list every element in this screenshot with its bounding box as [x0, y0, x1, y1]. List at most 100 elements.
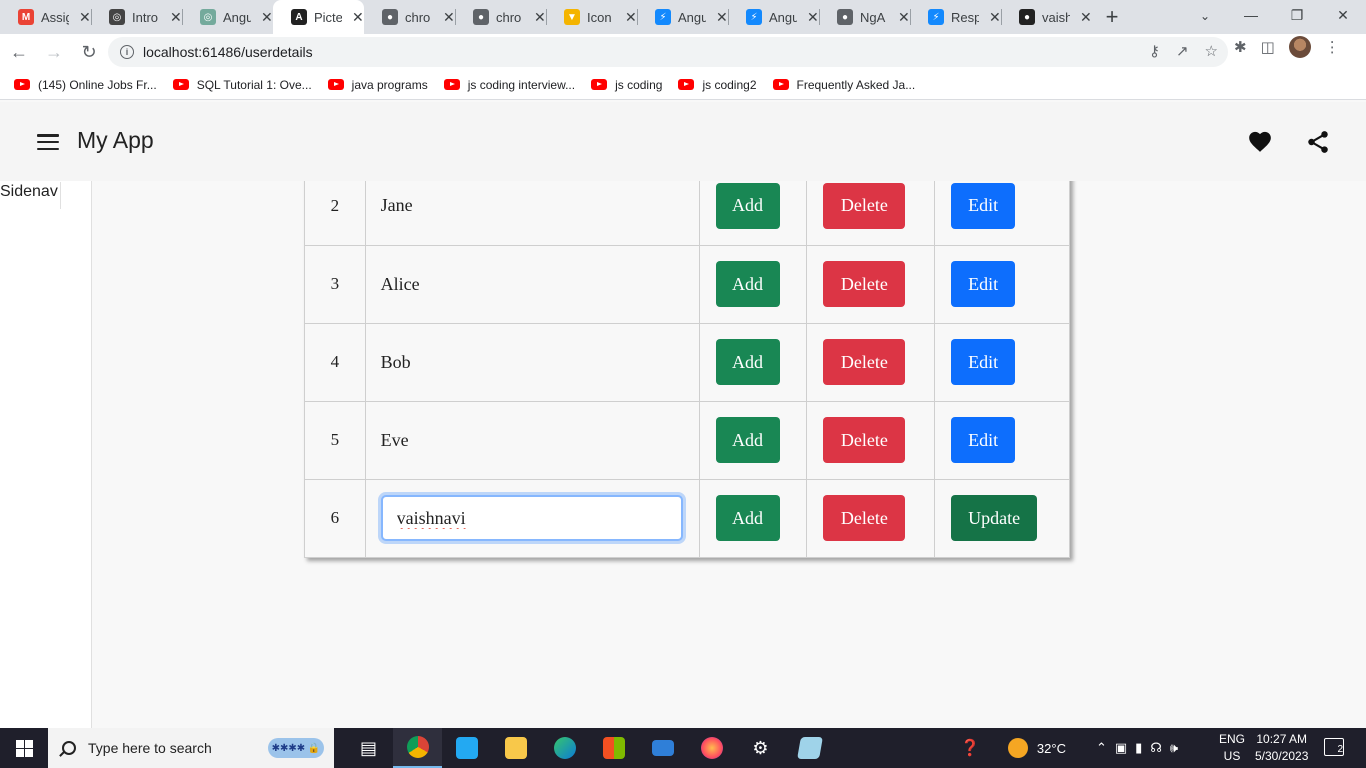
add-button[interactable]: Add	[715, 182, 780, 229]
bookmark-item[interactable]: SQL Tutorial 1: Ove...	[172, 78, 312, 92]
tab-close-icon[interactable]: ✕	[807, 9, 819, 26]
add-cell: Add	[698, 244, 808, 324]
chrome-icon[interactable]	[393, 728, 442, 768]
windows-start-icon[interactable]	[16, 740, 33, 757]
tab-close-icon[interactable]: ✕	[625, 9, 637, 26]
close-window-button[interactable]: ✕	[1320, 0, 1366, 30]
site-info-icon[interactable]: i	[120, 45, 134, 59]
tab-close-icon[interactable]: ✕	[170, 9, 182, 26]
bookmark-item[interactable]: (145) Online Jobs Fr...	[14, 78, 157, 92]
youtube-icon	[591, 79, 608, 90]
profile-avatar[interactable]	[1288, 36, 1311, 58]
restore-button[interactable]: ❐	[1274, 0, 1320, 30]
table-row: 2 Jane Add Delete Edit	[304, 181, 1070, 246]
name-edit-input[interactable]	[380, 495, 683, 541]
heart-icon[interactable]	[1247, 129, 1273, 153]
delete-button[interactable]: Delete	[823, 182, 906, 229]
browser-tab[interactable]: ⚡ Resp ✕	[910, 0, 1001, 34]
clock[interactable]: 10:27 AM 5/30/2023	[1255, 731, 1308, 765]
firefox-icon[interactable]	[687, 728, 736, 768]
side-panel-icon[interactable]: ◫	[1261, 38, 1275, 56]
add-button[interactable]: Add	[715, 417, 780, 463]
extensions-icon[interactable]: ✱	[1234, 38, 1247, 56]
forward-button[interactable]: →	[38, 36, 70, 68]
tab-close-icon[interactable]: ✕	[989, 9, 1001, 26]
delete-button[interactable]: Delete	[823, 339, 906, 385]
add-button[interactable]: Add	[715, 339, 780, 385]
delete-button[interactable]: Delete	[823, 495, 906, 541]
star-icon[interactable]: ☆	[1205, 42, 1218, 60]
file-explorer-icon[interactable]	[491, 728, 540, 768]
browser-tab[interactable]: ● NgA ✕	[819, 0, 910, 34]
bookmark-item[interactable]: js coding	[591, 78, 662, 92]
tray-chevron-icon[interactable]: ⌃	[1096, 740, 1107, 756]
weather-sun-icon[interactable]	[1007, 738, 1028, 758]
tab-close-icon[interactable]: ✕	[79, 9, 91, 26]
tab-close-icon[interactable]: ✕	[1080, 9, 1092, 26]
vscode-icon[interactable]	[442, 728, 491, 768]
taskbar-search[interactable]: Type here to search ✱✱✱✱ 🔒	[48, 728, 334, 768]
tab-search-chevron-icon[interactable]: ⌄	[1192, 4, 1218, 28]
browser-tab[interactable]: M Assig ✕	[0, 0, 91, 34]
bookmark-item[interactable]: java programs	[327, 78, 428, 92]
bookmark-item[interactable]: Frequently Asked Ja...	[772, 78, 915, 92]
add-button[interactable]: Add	[715, 261, 780, 307]
wifi-icon[interactable]: ☊	[1150, 740, 1162, 756]
meet-icon[interactable]: ▣	[1115, 740, 1127, 756]
key-icon[interactable]: ⚷	[1149, 42, 1160, 60]
browser-tab[interactable]: ◎ Angu ✕	[182, 0, 273, 34]
tab-close-icon[interactable]: ✕	[443, 9, 455, 26]
more-menu-icon[interactable]: ⋮	[1325, 38, 1340, 56]
mail-icon[interactable]	[638, 728, 687, 768]
sidenav: Sidenav	[0, 181, 92, 728]
notepad-icon[interactable]	[785, 728, 834, 768]
github-icon: ●	[1019, 9, 1035, 25]
browser-tab[interactable]: ● vaish ✕	[1001, 0, 1092, 34]
settings-gear-icon[interactable]: ⚙	[736, 728, 785, 768]
browser-tab[interactable]: ⚡ Angu ✕	[637, 0, 728, 34]
browser-tab[interactable]: ◎ Intro ✕	[91, 0, 182, 34]
hamburger-menu-icon[interactable]	[37, 134, 59, 150]
battery-icon[interactable]: ▮	[1135, 740, 1142, 756]
tab-close-icon[interactable]: ✕	[534, 9, 546, 26]
help-icon[interactable]: ❓	[960, 738, 980, 758]
reload-button[interactable]: ↻	[73, 36, 105, 68]
name-cell: Jane	[364, 181, 700, 246]
browser-toolbar: ← → ↻ i localhost:61486/userdetails ⚷ ↗ …	[0, 34, 1366, 70]
tab-close-icon[interactable]: ✕	[716, 9, 728, 26]
new-tab-button[interactable]: +	[1092, 0, 1132, 34]
edit-button[interactable]: Edit	[951, 182, 1016, 229]
edge-icon[interactable]	[540, 728, 589, 768]
store-icon[interactable]	[589, 728, 638, 768]
update-button[interactable]: Update	[951, 495, 1038, 541]
share-page-icon[interactable]: ↗	[1176, 42, 1189, 60]
tab-close-icon[interactable]: ✕	[898, 9, 910, 26]
shield-icon: ▼	[564, 9, 580, 25]
edit-button[interactable]: Edit	[951, 417, 1016, 463]
browser-tab[interactable]: ▼ Icon ✕	[546, 0, 637, 34]
browser-tab[interactable]: ⚡ Angu ✕	[728, 0, 819, 34]
tab-close-icon[interactable]: ✕	[352, 9, 364, 26]
delete-button[interactable]: Delete	[823, 261, 906, 307]
volume-icon[interactable]: 🕪	[1170, 740, 1178, 756]
weather-temp[interactable]: 32°C	[1037, 741, 1066, 756]
edit-button[interactable]: Edit	[951, 339, 1016, 385]
bookmark-item[interactable]: js coding2	[678, 78, 757, 92]
minimize-button[interactable]: —	[1228, 0, 1274, 30]
tab-close-icon[interactable]: ✕	[261, 9, 273, 26]
delete-button[interactable]: Delete	[823, 417, 906, 463]
language-indicator[interactable]: ENG US	[1219, 731, 1245, 765]
browser-tab[interactable]: A Picte ✕	[273, 0, 364, 34]
add-button[interactable]: Add	[715, 495, 780, 541]
bookmark-item[interactable]: js coding interview...	[443, 78, 575, 92]
address-bar[interactable]: i localhost:61486/userdetails ⚷ ↗ ☆	[108, 37, 1228, 67]
browser-tab[interactable]: ● chro ✕	[364, 0, 455, 34]
browser-tab[interactable]: ● chro ✕	[455, 0, 546, 34]
youtube-icon	[327, 79, 344, 90]
share-icon[interactable]	[1305, 129, 1331, 155]
notification-icon[interactable]: 2	[1324, 738, 1344, 756]
task-view-icon[interactable]: ▤	[344, 728, 393, 768]
back-button[interactable]: ←	[3, 36, 35, 68]
add-cell: Add	[698, 478, 808, 558]
edit-button[interactable]: Edit	[951, 261, 1016, 307]
